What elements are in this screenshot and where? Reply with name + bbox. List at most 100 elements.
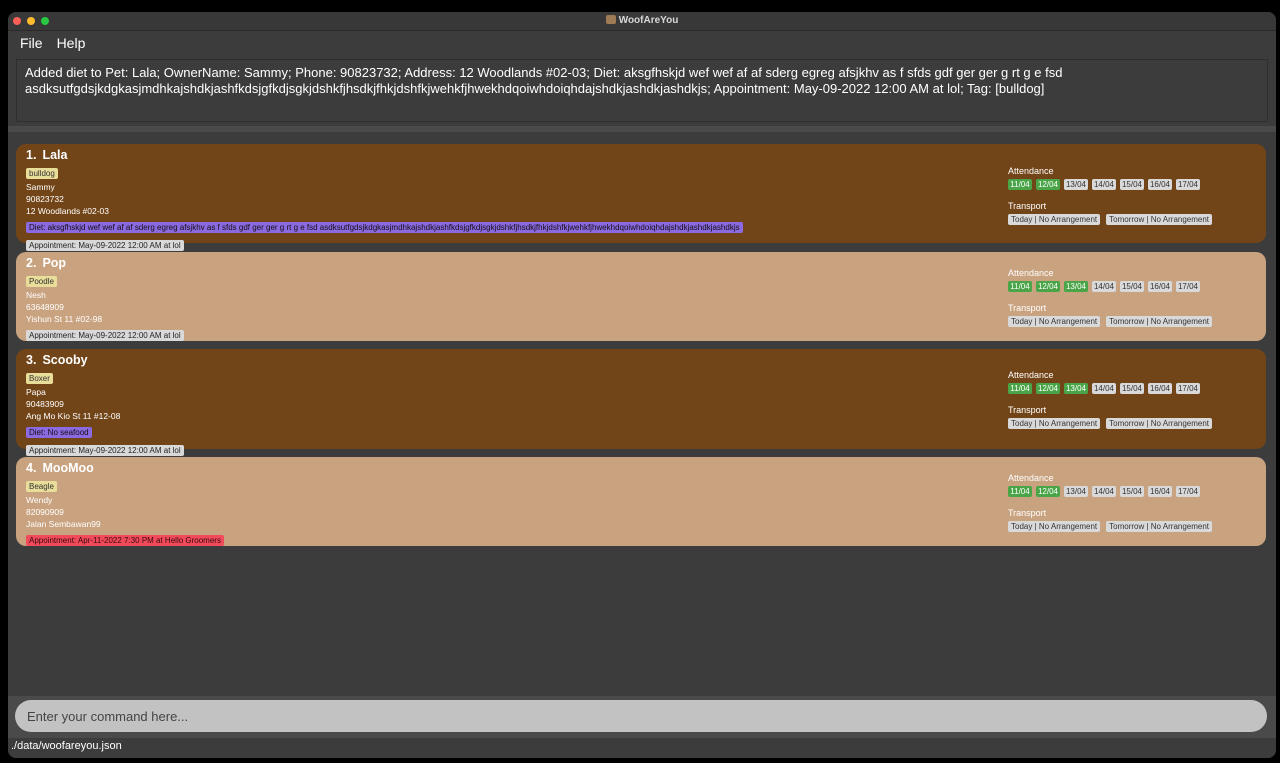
pet-tag: Poodle [26, 276, 57, 287]
owner-address: Yishun St 11 #02-98 [26, 314, 103, 324]
attendance-day: 14/04 [1092, 179, 1116, 190]
pet-card[interactable]: 3. Scooby Boxer Papa 90483909 Ang Mo Kio … [16, 349, 1266, 456]
pet-details: 1. Lala bulldog Sammy 90823732 12 Woodlan… [26, 148, 743, 253]
attendance-day: 17/04 [1176, 281, 1200, 292]
owner-name: Sammy [26, 182, 55, 192]
window-title: WoofAreYou [618, 15, 679, 26]
attendance-day: 13/04 [1064, 383, 1088, 394]
window-title-wrap: WoofAreYou [8, 15, 1276, 26]
attendance-day: 12/04 [1036, 486, 1060, 497]
attendance-day: 11/04 [1008, 383, 1032, 394]
menu-file[interactable]: File [20, 35, 43, 51]
save-file-path: ./data/woofareyou.json [11, 740, 122, 752]
attendance-days: 11/04 12/04 13/04 14/04 15/04 16/04 17/0… [1008, 486, 1212, 497]
pet-card[interactable]: 2. Pop Poodle Nesh 63648909 Yishun St 11 … [16, 252, 1266, 341]
transport-list: Today | No Arrangement Tomorrow | No Arr… [1008, 214, 1213, 225]
attendance-day: 15/04 [1120, 383, 1144, 394]
title-bar: WoofAreYou [8, 12, 1276, 31]
attendance-day: 14/04 [1092, 383, 1116, 394]
transport-heading: Transport [1008, 201, 1047, 211]
transport-heading: Transport [1008, 508, 1047, 518]
pet-details: 4. MooMoo Beagle Wendy 82090909 Jalan Sem… [26, 461, 224, 548]
pet-card[interactable]: 4. MooMoo Beagle Wendy 82090909 Jalan Sem… [16, 457, 1266, 546]
attendance-heading: Attendance [1008, 473, 1054, 483]
attendance-heading: Attendance [1008, 166, 1054, 176]
transport-today: Today | No Arrangement [1008, 316, 1101, 327]
pet-tag: Boxer [26, 373, 53, 384]
attendance-day: 13/04 [1064, 281, 1088, 292]
attendance-day: 12/04 [1036, 281, 1060, 292]
owner-address: Jalan Sembawan99 [26, 519, 101, 529]
pet-details: 3. Scooby Boxer Papa 90483909 Ang Mo Kio … [26, 353, 184, 458]
attendance-days: 11/04 12/04 13/04 14/04 15/04 16/04 17/0… [1008, 179, 1212, 190]
attendance-day: 12/04 [1036, 383, 1060, 394]
transport-today: Today | No Arrangement [1008, 214, 1101, 225]
attendance-day: 16/04 [1148, 383, 1172, 394]
pet-tag: bulldog [26, 168, 58, 179]
command-input[interactable] [15, 700, 1267, 732]
pet-status: Attendance 11/04 12/04 13/04 14/04 15/04… [1008, 166, 1213, 225]
attendance-day: 16/04 [1148, 281, 1172, 292]
pet-details: 2. Pop Poodle Nesh 63648909 Yishun St 11 … [26, 256, 184, 343]
owner-name: Nesh [26, 290, 46, 300]
pet-status: Attendance 11/04 12/04 13/04 14/04 15/04… [1008, 268, 1213, 327]
command-area [8, 696, 1276, 738]
pet-tag: Beagle [26, 481, 57, 492]
app-logo-icon [605, 15, 616, 24]
result-display: Added diet to Pet: Lala; OwnerName: Samm… [16, 59, 1268, 122]
diet-label: Diet: aksgfhskjd wef wef af af sderg egr… [26, 222, 743, 233]
menu-help[interactable]: Help [57, 35, 86, 51]
attendance-days: 11/04 12/04 13/04 14/04 15/04 16/04 17/0… [1008, 281, 1212, 292]
pet-status: Attendance 11/04 12/04 13/04 14/04 15/04… [1008, 370, 1213, 429]
owner-phone: 82090909 [26, 507, 64, 517]
transport-tomorrow: Tomorrow | No Arrangement [1106, 214, 1213, 225]
transport-tomorrow: Tomorrow | No Arrangement [1106, 316, 1213, 327]
attendance-day: 14/04 [1092, 486, 1116, 497]
pet-name-row: 1. Lala [26, 148, 743, 162]
transport-list: Today | No Arrangement Tomorrow | No Arr… [1008, 316, 1213, 327]
owner-address: 12 Woodlands #02-03 [26, 206, 110, 216]
pet-name: Scooby [42, 353, 88, 367]
attendance-day: 13/04 [1064, 486, 1088, 497]
pet-name-row: 2. Pop [26, 256, 184, 270]
attendance-heading: Attendance [1008, 370, 1054, 380]
attendance-heading: Attendance [1008, 268, 1054, 278]
appointment-label: Appointment: Apr-11-2022 7:30 PM at Hell… [26, 535, 224, 546]
pet-card[interactable]: 1. Lala bulldog Sammy 90823732 12 Woodlan… [16, 144, 1266, 251]
owner-phone: 90823732 [26, 194, 64, 204]
transport-list: Today | No Arrangement Tomorrow | No Arr… [1008, 521, 1213, 532]
pet-name: Pop [42, 256, 67, 270]
attendance-day: 17/04 [1176, 486, 1200, 497]
transport-today: Today | No Arrangement [1008, 521, 1101, 532]
owner-name: Papa [26, 387, 46, 397]
menu-bar: File Help [8, 31, 1276, 55]
attendance-day: 14/04 [1092, 281, 1116, 292]
attendance-day: 11/04 [1008, 486, 1032, 497]
pet-name-row: 3. Scooby [26, 353, 184, 367]
transport-heading: Transport [1008, 303, 1047, 313]
appointment-label: Appointment: May-09-2022 12:00 AM at lol [26, 330, 184, 341]
appointment-label: Appointment: May-09-2022 12:00 AM at lol [26, 240, 184, 251]
pet-index: 4. [26, 461, 37, 475]
pet-status: Attendance 11/04 12/04 13/04 14/04 15/04… [1008, 473, 1213, 532]
attendance-day: 12/04 [1036, 179, 1060, 190]
owner-address: Ang Mo Kio St 11 #12-08 [26, 411, 121, 421]
attendance-day: 11/04 [1008, 179, 1032, 190]
pet-name: MooMoo [42, 461, 94, 475]
transport-tomorrow: Tomorrow | No Arrangement [1106, 521, 1213, 532]
transport-tomorrow: Tomorrow | No Arrangement [1106, 418, 1213, 429]
pet-list-panel[interactable]: 1. Lala bulldog Sammy 90823732 12 Woodlan… [8, 132, 1276, 696]
attendance-day: 17/04 [1176, 383, 1200, 394]
attendance-day: 11/04 [1008, 281, 1032, 292]
owner-name: Wendy [26, 495, 53, 505]
pet-index: 1. [26, 148, 37, 162]
attendance-day: 15/04 [1120, 486, 1144, 497]
app-window: WoofAreYou File Help Added diet to Pet: … [8, 12, 1276, 758]
pet-index: 2. [26, 256, 37, 270]
pet-name: Lala [42, 148, 68, 162]
owner-phone: 63648909 [26, 302, 64, 312]
transport-heading: Transport [1008, 405, 1047, 415]
pet-name-row: 4. MooMoo [26, 461, 224, 475]
transport-today: Today | No Arrangement [1008, 418, 1101, 429]
attendance-day: 17/04 [1176, 179, 1200, 190]
